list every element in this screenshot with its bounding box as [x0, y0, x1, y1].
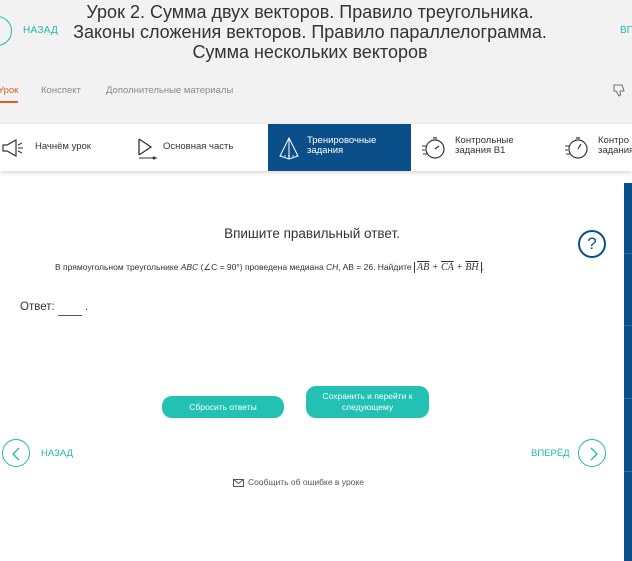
tab-summary[interactable]: Конспект: [41, 85, 81, 96]
step-main-part[interactable]: Основная часть: [125, 124, 268, 171]
forward-label[interactable]: ВПЕРЁД: [531, 448, 570, 459]
task-text: В прямоугольном треугольнике ABC (∠C = 9…: [55, 262, 485, 273]
back-top-button[interactable]: [0, 16, 12, 46]
save-and-next-button[interactable]: Сохранить и перейти к следующему: [306, 386, 429, 418]
tab-lesson[interactable]: Урок: [0, 85, 18, 96]
reset-answers-button[interactable]: Сбросить ответы: [162, 396, 284, 418]
lesson-page: НАЗАД Урок 2. Сумма двух векторов. Прави…: [0, 0, 632, 561]
task-prompt: Впишите правильный ответ.: [224, 226, 400, 241]
envelope-icon: [233, 479, 244, 487]
lesson-title-line-2: Законы сложения векторов. Правило паралл…: [73, 22, 547, 42]
report-error-link[interactable]: Сообщить об ошибке в уроке: [233, 477, 364, 487]
step-start-lesson[interactable]: Начнём урок: [0, 124, 125, 171]
play-icon: [138, 138, 157, 160]
forward-top-label[interactable]: ВП: [620, 25, 632, 36]
step-label: Тренировочные задания: [307, 135, 377, 156]
help-icon[interactable]: ?: [578, 230, 606, 258]
tab-extra-materials[interactable]: Дополнительные материалы: [106, 85, 233, 96]
answer-label: Ответ:: [20, 301, 55, 313]
back-button[interactable]: [2, 439, 30, 467]
megaphone-icon: [2, 138, 23, 158]
pyramid-icon: [279, 136, 299, 160]
back-top-label[interactable]: НАЗАД: [23, 25, 58, 36]
chevron-left-icon: [12, 447, 20, 461]
step-control-b1[interactable]: Контрольные задания В1: [411, 124, 553, 171]
step-control-b2[interactable]: Контро задания: [553, 124, 632, 171]
side-panel-strip[interactable]: [624, 183, 632, 561]
lesson-title-line-3: Сумма нескольких векторов: [192, 42, 428, 62]
step-label: Начнём урок: [35, 141, 91, 152]
dislike-icon[interactable]: [612, 82, 628, 98]
lesson-header: НАЗАД Урок 2. Сумма двух векторов. Прави…: [0, 0, 632, 124]
lesson-title: Урок 2. Сумма двух векторов. Правило тре…: [60, 2, 560, 62]
stopwatch-icon: [422, 137, 445, 159]
step-label: Контрольные задания В1: [455, 135, 514, 156]
vector-expression: AB + CA + BH: [414, 262, 482, 273]
lesson-steps: Начнём урок Основная часть Тренировочные…: [0, 124, 632, 171]
step-label: Основная часть: [163, 141, 234, 152]
answer-period: .: [85, 301, 89, 313]
forward-button[interactable]: [578, 439, 606, 467]
step-training[interactable]: Тренировочные задания: [268, 124, 411, 171]
stopwatch-icon: [565, 137, 588, 159]
lesson-title-line-1: Урок 2. Сумма двух векторов. Правило тре…: [86, 2, 534, 22]
chevron-right-icon: [590, 447, 598, 461]
answer-input[interactable]: [58, 302, 82, 316]
active-tab-underline: [0, 101, 18, 103]
step-label: Контро задания: [598, 135, 632, 156]
back-label[interactable]: НАЗАД: [41, 448, 73, 459]
